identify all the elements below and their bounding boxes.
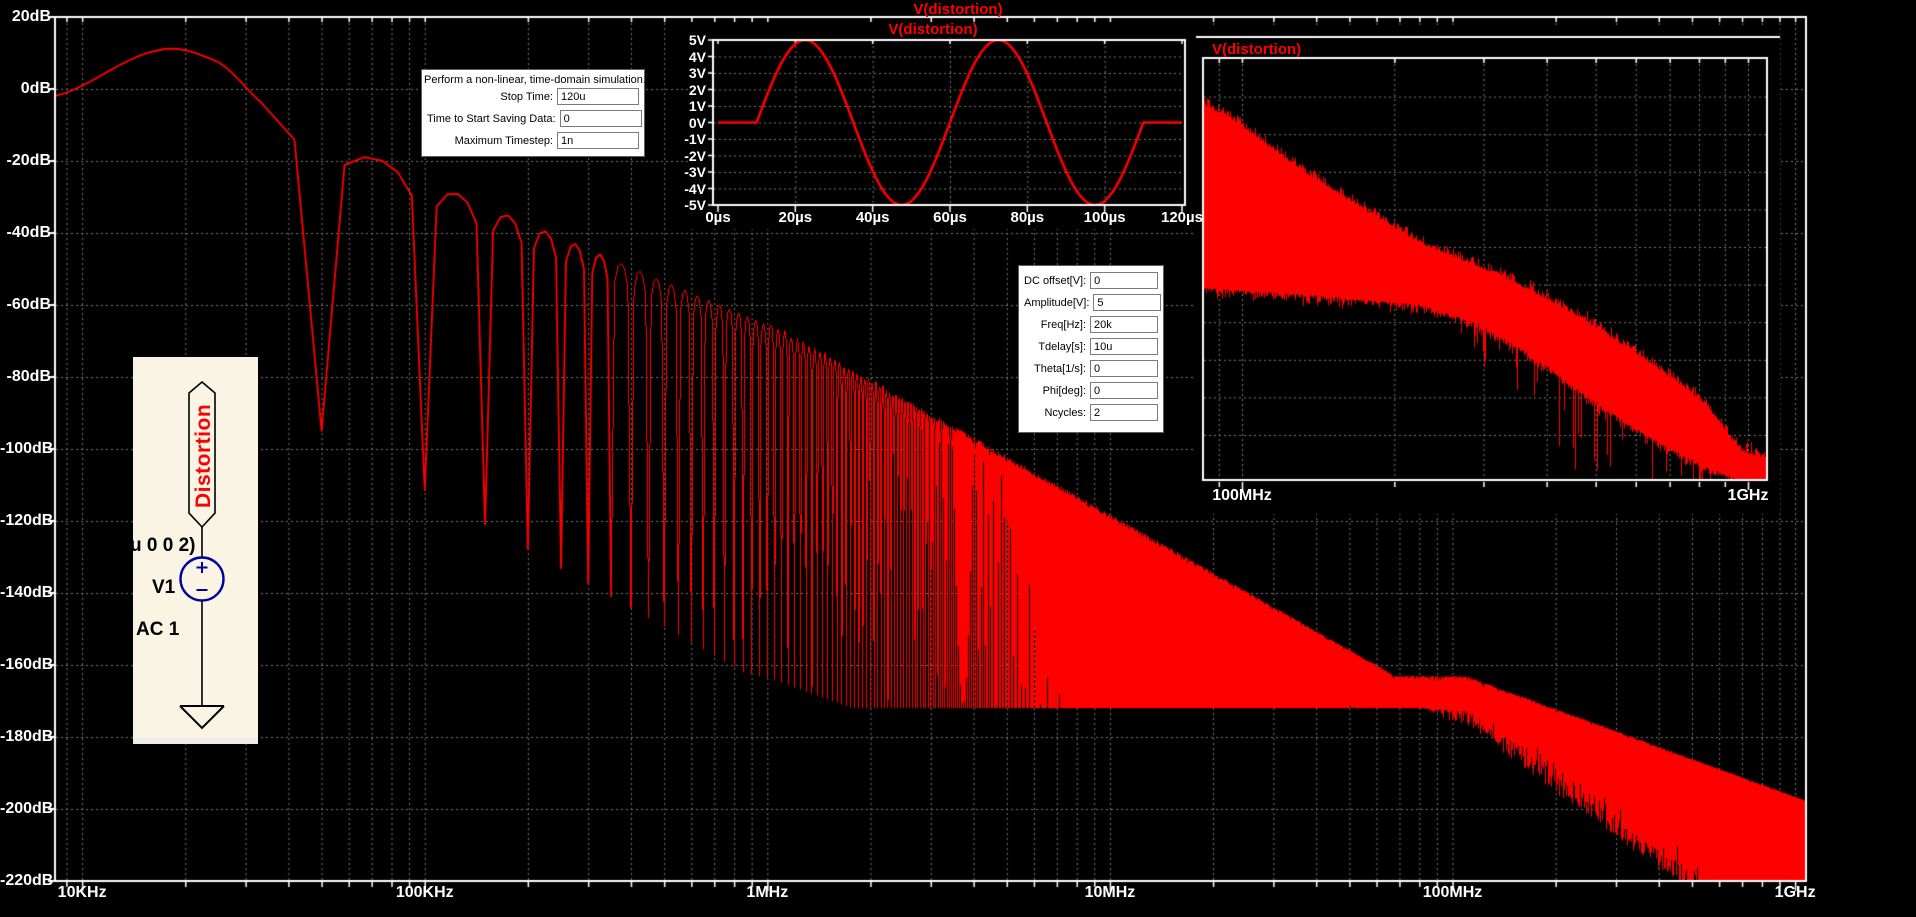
net-label-distortion[interactable]: Distortion bbox=[192, 404, 215, 508]
start-saving-label: Time to Start Saving Data: bbox=[427, 112, 556, 125]
amplitude-input[interactable] bbox=[1093, 294, 1162, 311]
transient-dialog-title: Perform a non-linear, time-domain simula… bbox=[424, 74, 646, 86]
phi-row: Phi[deg]: bbox=[1024, 382, 1158, 399]
phi-label: Phi[deg]: bbox=[1042, 384, 1086, 397]
sine-params-dialog[interactable]: DC offset[V]: Amplitude[V]: Freq[Hz]: Tdela… bbox=[1018, 265, 1164, 433]
time-inset-trace-title[interactable]: V(distortion) bbox=[713, 21, 1153, 38]
start-saving-row: Time to Start Saving Data: bbox=[427, 110, 642, 127]
plus-terminal-icon bbox=[196, 562, 208, 573]
max-timestep-label: Maximum Timestep: bbox=[454, 134, 553, 147]
designator-v1[interactable]: V1 bbox=[152, 577, 176, 598]
freq-input[interactable] bbox=[1090, 316, 1158, 333]
ground-symbol-icon[interactable] bbox=[179, 705, 225, 730]
waveform-plot-canvas[interactable] bbox=[0, 0, 1916, 917]
theta-label: Theta[1/s]: bbox=[1034, 362, 1086, 375]
ncycles-row: Ncycles: bbox=[1024, 404, 1158, 421]
dc-offset-row: DC offset[V]: bbox=[1024, 272, 1159, 289]
amplitude-row: Amplitude[V]: bbox=[1024, 294, 1162, 311]
freq-inset-trace-title[interactable]: V(distortion) bbox=[1212, 41, 1301, 58]
amplitude-label: Amplitude[V]: bbox=[1024, 296, 1090, 309]
max-timestep-row: Maximum Timestep: bbox=[427, 132, 639, 149]
theta-input[interactable] bbox=[1090, 360, 1158, 377]
ncycles-label: Ncycles: bbox=[1044, 406, 1086, 419]
sine-spec-clipped-text: u 0 0 2) bbox=[133, 535, 195, 556]
stop-time-row: Stop Time: bbox=[427, 88, 639, 105]
dc-offset-input[interactable] bbox=[1090, 272, 1159, 289]
ncycles-input[interactable] bbox=[1090, 404, 1158, 421]
schematic-pane[interactable]: Distortion u 0 0 2) V1 AC 1 bbox=[130, 357, 258, 744]
transient-dialog[interactable]: Perform a non-linear, time-domain simula… bbox=[421, 69, 646, 157]
schematic-pane-bottom-strip bbox=[133, 738, 258, 744]
tdelay-label: Tdelay[s]: bbox=[1038, 340, 1086, 353]
freq-label: Freq[Hz]: bbox=[1040, 318, 1086, 331]
max-timestep-input[interactable] bbox=[557, 132, 639, 149]
start-saving-input[interactable] bbox=[559, 110, 642, 127]
dc-offset-label: DC offset[V]: bbox=[1024, 274, 1087, 287]
schematic-drawing: Distortion u 0 0 2) V1 AC 1 bbox=[130, 380, 225, 730]
main-trace-title[interactable]: V(distortion) bbox=[0, 1, 1916, 18]
phi-input[interactable] bbox=[1090, 382, 1158, 399]
tdelay-row: Tdelay[s]: bbox=[1024, 338, 1158, 355]
ac-directive-text[interactable]: AC 1 bbox=[136, 619, 180, 640]
freq-row: Freq[Hz]: bbox=[1024, 316, 1158, 333]
theta-row: Theta[1/s]: bbox=[1024, 360, 1158, 377]
ltspice-window: V(distortion) V(distortion) V(distortion… bbox=[0, 0, 1916, 917]
stop-time-label: Stop Time: bbox=[500, 90, 553, 103]
tdelay-input[interactable] bbox=[1090, 338, 1158, 355]
stop-time-input[interactable] bbox=[557, 88, 639, 105]
